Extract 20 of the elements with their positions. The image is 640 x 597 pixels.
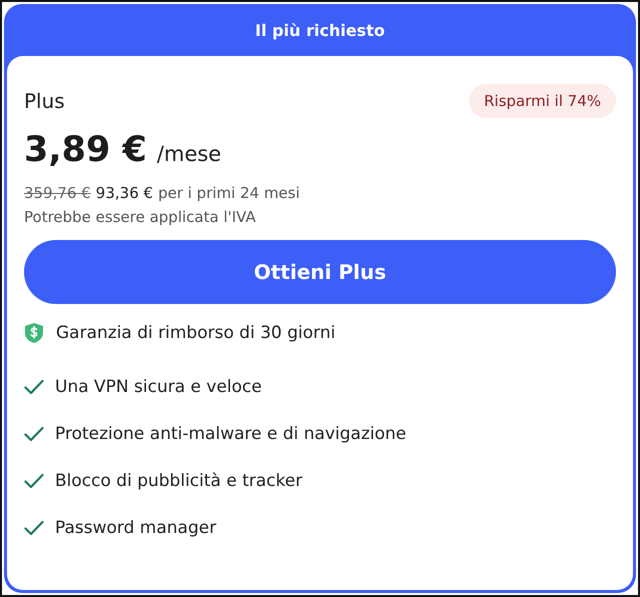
feature-text: Protezione anti-malware e di navigazione [55,424,406,444]
check-icon [24,473,44,489]
price-unit: /mese [156,142,222,166]
check-icon [24,379,44,395]
feature-text: Password manager [55,518,216,538]
feature-text: Blocco di pubblicità e tracker [55,471,302,491]
tax-note: Potrebbe essere applicata l'IVA [24,208,257,226]
price-note: per i primi 24 mesi [158,184,300,202]
shield-dollar-icon [24,322,44,344]
check-icon [24,426,44,442]
price: 3,89 € [24,130,147,170]
feature-text: Una VPN sicura e veloce [55,377,262,397]
guarantee-text: Garanzia di rimborso di 30 giorni [56,323,336,343]
old-price: 359,76 € [24,184,91,202]
banner-label: Il più richiesto [255,20,385,40]
buy-button[interactable]: Ottieni Plus [24,240,616,304]
check-icon [24,520,44,536]
discount-badge: Risparmi il 74% [468,84,616,118]
new-price: 93,36 € [96,184,154,202]
plan-name: Plus [24,89,65,113]
